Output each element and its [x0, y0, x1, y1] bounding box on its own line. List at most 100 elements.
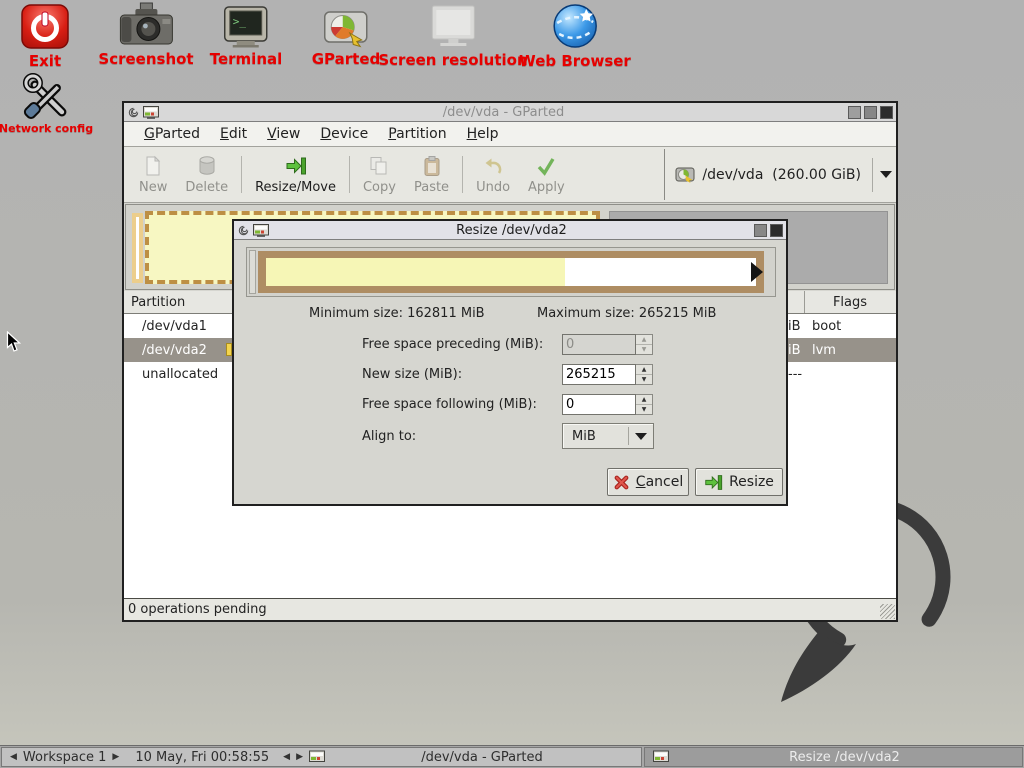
dialog-title: Resize /dev/vda2: [272, 223, 751, 238]
slider-left-handle[interactable]: [249, 250, 256, 294]
device-label: /dev/vda (260.00 GiB): [702, 167, 861, 183]
dialog-close-button[interactable]: [770, 224, 783, 237]
menu-partition[interactable]: Partition: [380, 124, 454, 144]
chevron-down-icon: [635, 433, 647, 440]
apply-icon: [535, 155, 557, 177]
combo-divider: [872, 158, 873, 192]
task-resize-dialog-active[interactable]: Resize /dev/vda2: [644, 747, 1023, 767]
shortcut-exit[interactable]: Exit: [21, 4, 69, 70]
new-button[interactable]: New: [130, 149, 176, 200]
resize-button[interactable]: Resize: [695, 468, 783, 496]
camera-icon: [118, 2, 174, 48]
shortcut-label: Exit: [29, 52, 61, 70]
resize-move-icon: [285, 155, 307, 177]
shortcut-label: Screen resolution: [378, 51, 527, 69]
menu-view[interactable]: View: [259, 124, 308, 144]
taskbar-left-panel: ◀ Workspace 1 ▶ 10 May, Fri 00:58:55 ◀ ▶…: [1, 747, 642, 767]
slider-track: [266, 258, 756, 286]
resize-slider[interactable]: [246, 247, 776, 297]
gparted-titlebar[interactable]: /dev/vda - GParted: [124, 103, 896, 122]
shortcut-gparted[interactable]: GParted: [312, 7, 381, 68]
gparted-app-icon: [253, 224, 269, 237]
shortcut-network-config[interactable]: Network config: [0, 72, 93, 135]
window-title: /dev/vda - GParted: [162, 105, 845, 120]
apply-button[interactable]: Apply: [519, 149, 574, 200]
gparted-task-icon: [309, 750, 325, 764]
menu-gparted[interactable]: GParted: [136, 124, 208, 144]
spinner-buttons: ▲▼: [636, 334, 653, 355]
shortcut-screenshot[interactable]: Screenshot: [98, 2, 193, 68]
window-next-icon[interactable]: ▶: [296, 753, 303, 762]
align-to-dropdown[interactable]: MiB: [562, 423, 654, 449]
menu-device[interactable]: Device: [312, 124, 376, 144]
task-title: Resize /dev/vda2: [675, 750, 1014, 765]
new-partition-icon: [142, 155, 164, 177]
shortcut-terminal[interactable]: >_ Terminal: [210, 6, 283, 68]
maximum-size-label: Maximum size: 265215 MiB: [537, 306, 716, 321]
spinner-buttons[interactable]: ▲▼: [636, 394, 653, 415]
maximize-button[interactable]: [864, 106, 877, 119]
spinner-buttons[interactable]: ▲▼: [636, 364, 653, 385]
resize-dialog: Resize /dev/vda2 Minimum size: 162811 Mi…: [232, 219, 788, 506]
free-space-following-field: ▲▼: [562, 394, 653, 415]
cancel-x-icon: [613, 474, 630, 491]
new-size-input[interactable]: [562, 364, 636, 385]
shortcut-label: Terminal: [210, 50, 283, 68]
close-button[interactable]: [880, 106, 893, 119]
shortcut-label: Screenshot: [98, 50, 193, 68]
menu-edit[interactable]: Edit: [212, 124, 255, 144]
column-header-flags[interactable]: Flags: [805, 291, 895, 313]
partition-visual-vda1[interactable]: [132, 213, 143, 283]
free-space-following-label: Free space following (MiB):: [362, 397, 537, 412]
copy-button[interactable]: Copy: [354, 149, 405, 200]
combo-divider: [628, 427, 629, 445]
workspace-label: Workspace 1: [23, 750, 106, 765]
toolbar: New Delete Resize/Move Copy: [124, 147, 896, 203]
toolbar-separator: [241, 156, 242, 193]
delete-partition-icon: [196, 155, 218, 177]
resize-icon: [704, 473, 723, 492]
delete-button[interactable]: Delete: [176, 149, 237, 200]
dialog-maximize-button[interactable]: [754, 224, 767, 237]
resize-grip[interactable]: [880, 604, 895, 619]
globe-icon: [551, 2, 599, 50]
clock: 10 May, Fri 00:58:55: [135, 750, 269, 765]
new-size-label: New size (MiB):: [362, 367, 462, 382]
device-selector[interactable]: /dev/vda (260.00 GiB): [664, 149, 896, 200]
window-prev-icon[interactable]: ◀: [283, 753, 290, 762]
menu-help[interactable]: Help: [459, 124, 507, 144]
tools-icon: [20, 72, 72, 120]
undo-button[interactable]: Undo: [467, 149, 519, 200]
slider-right-handle-icon[interactable]: [751, 262, 763, 282]
shortcut-screen-resolution[interactable]: Screen resolution: [378, 4, 527, 69]
resize-move-button[interactable]: Resize/Move: [246, 149, 345, 200]
cancel-button[interactable]: Cancel: [607, 468, 689, 496]
minimum-size-label: Minimum size: 162811 MiB: [309, 306, 485, 321]
free-space-following-input[interactable]: [562, 394, 636, 415]
dialog-titlebar[interactable]: Resize /dev/vda2: [234, 221, 786, 240]
free-space-preceding-field: ▲▼: [562, 334, 653, 355]
task-gparted-main[interactable]: /dev/vda - GParted: [331, 750, 633, 765]
taskbar: ◀ Workspace 1 ▶ 10 May, Fri 00:58:55 ◀ ▶…: [0, 745, 1024, 768]
minimize-button[interactable]: [848, 106, 861, 119]
shortcut-web-browser[interactable]: Web Browser: [519, 2, 631, 70]
terminal-icon: >_: [223, 6, 269, 48]
mouse-cursor: [6, 331, 21, 353]
align-to-label: Align to:: [362, 429, 416, 444]
new-size-field: ▲▼: [562, 364, 653, 385]
gparted-task-icon: [653, 750, 669, 764]
paste-button[interactable]: Paste: [405, 149, 458, 200]
shortcut-label: GParted: [312, 50, 381, 68]
align-to-value: MiB: [563, 429, 628, 444]
gparted-app-icon: [143, 106, 159, 119]
toolbar-separator: [349, 156, 350, 193]
shortcut-label: Network config: [0, 122, 93, 135]
chevron-down-icon: [880, 171, 892, 178]
shortcut-label: Web Browser: [519, 52, 631, 70]
workspace-prev-icon[interactable]: ◀: [10, 753, 17, 762]
operations-pending-text: 0 operations pending: [128, 602, 267, 617]
svg-text:>_: >_: [233, 15, 247, 28]
monitor-icon: [428, 4, 478, 49]
workspace-next-icon[interactable]: ▶: [112, 753, 119, 762]
gparted-icon: [322, 7, 370, 48]
